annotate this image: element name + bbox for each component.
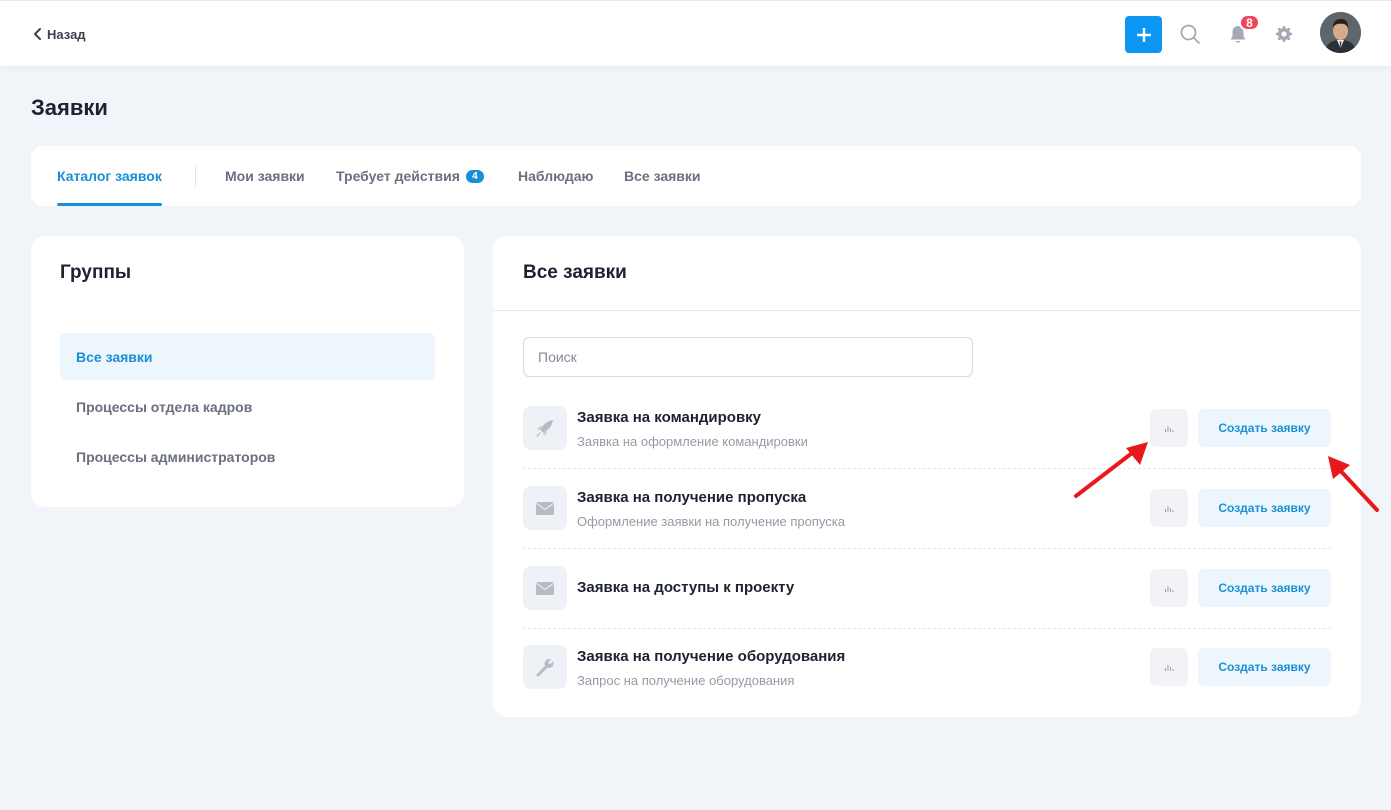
back-label: Назад bbox=[47, 26, 86, 42]
stats-button[interactable] bbox=[1150, 489, 1188, 527]
annotation-arrow-icon bbox=[1074, 442, 1148, 498]
stats-button[interactable] bbox=[1150, 569, 1188, 607]
annotation-arrow-icon bbox=[1328, 456, 1379, 512]
wrench-icon bbox=[523, 645, 567, 689]
requests-title: Все заявки bbox=[523, 262, 627, 283]
groups-title: Группы bbox=[60, 262, 132, 283]
create-request-button[interactable]: Создать заявку bbox=[1198, 569, 1331, 607]
tabs-bar: Каталог заявок Мои заявки Требует действ… bbox=[31, 146, 1361, 206]
tab-label: Наблюдаю bbox=[518, 168, 594, 184]
envelope-icon bbox=[523, 566, 567, 610]
tab-label: Мои заявки bbox=[225, 168, 305, 184]
gear-icon[interactable] bbox=[1273, 23, 1295, 45]
plus-icon bbox=[1136, 27, 1151, 42]
group-item-admins[interactable]: Процессы администраторов bbox=[60, 433, 435, 480]
list-item: Заявка на доступы к проекту Создать заяв… bbox=[523, 549, 1331, 629]
envelope-icon bbox=[523, 486, 567, 530]
chevron-left-icon bbox=[34, 28, 41, 40]
tab-catalog[interactable]: Каталог заявок bbox=[57, 146, 162, 206]
tab-label: Каталог заявок bbox=[57, 168, 162, 184]
group-item-all[interactable]: Все заявки bbox=[60, 333, 435, 380]
rocket-icon bbox=[523, 406, 567, 450]
request-title: Заявка на получение оборудования bbox=[577, 648, 846, 665]
bar-chart-icon bbox=[1165, 506, 1174, 512]
group-item-hr[interactable]: Процессы отдела кадров bbox=[60, 383, 435, 430]
create-request-button[interactable]: Создать заявку bbox=[1198, 489, 1331, 527]
list-item: Заявка на получение оборудования Запрос … bbox=[523, 628, 1331, 708]
stats-button[interactable] bbox=[1150, 409, 1188, 447]
tab-label: Все заявки bbox=[624, 168, 701, 184]
bar-chart-icon bbox=[1165, 665, 1174, 671]
stats-button[interactable] bbox=[1150, 648, 1188, 686]
tab-all-requests[interactable]: Все заявки bbox=[624, 146, 701, 206]
notification-badge: 8 bbox=[1239, 14, 1260, 31]
group-item-label: Процессы отдела кадров bbox=[76, 398, 253, 415]
tab-my-requests[interactable]: Мои заявки bbox=[225, 146, 305, 206]
request-description: Оформление заявки на получение пропуска bbox=[577, 514, 845, 529]
tab-watching[interactable]: Наблюдаю bbox=[518, 146, 594, 206]
top-bar: Назад 8 bbox=[0, 0, 1391, 66]
user-photo bbox=[1320, 12, 1361, 53]
group-item-label: Все заявки bbox=[76, 348, 153, 365]
requests-panel: Все заявки Заявка на командировку Заявка… bbox=[493, 236, 1361, 717]
request-description: Заявка на оформление командировки bbox=[577, 434, 808, 449]
request-title: Заявка на доступы к проекту bbox=[577, 579, 795, 596]
tab-requires-action[interactable]: Требует действия 4 bbox=[336, 146, 484, 206]
bar-chart-icon bbox=[1165, 586, 1174, 592]
avatar[interactable] bbox=[1320, 12, 1361, 53]
page-title: Заявки bbox=[31, 95, 108, 120]
tab-divider bbox=[195, 166, 196, 188]
group-item-label: Процессы администраторов bbox=[76, 448, 276, 465]
divider bbox=[493, 310, 1361, 311]
bar-chart-icon bbox=[1165, 426, 1174, 432]
list-item: Заявка на получение пропуска Оформление … bbox=[523, 469, 1331, 549]
search-icon[interactable] bbox=[1179, 23, 1201, 45]
request-title: Заявка на командировку bbox=[577, 409, 762, 426]
back-link[interactable]: Назад bbox=[33, 25, 86, 43]
groups-panel: Группы Все заявки Процессы отдела кадров… bbox=[31, 236, 464, 507]
add-button[interactable] bbox=[1125, 16, 1162, 53]
request-title: Заявка на получение пропуска bbox=[577, 489, 807, 506]
create-request-button[interactable]: Создать заявку bbox=[1198, 648, 1331, 686]
request-description: Запрос на получение оборудования bbox=[577, 673, 795, 688]
create-request-button[interactable]: Создать заявку bbox=[1198, 409, 1331, 447]
search-input[interactable] bbox=[523, 337, 973, 377]
list-item: Заявка на командировку Заявка на оформле… bbox=[523, 389, 1331, 469]
tab-label: Требует действия bbox=[336, 168, 460, 184]
count-badge: 4 bbox=[465, 169, 484, 183]
